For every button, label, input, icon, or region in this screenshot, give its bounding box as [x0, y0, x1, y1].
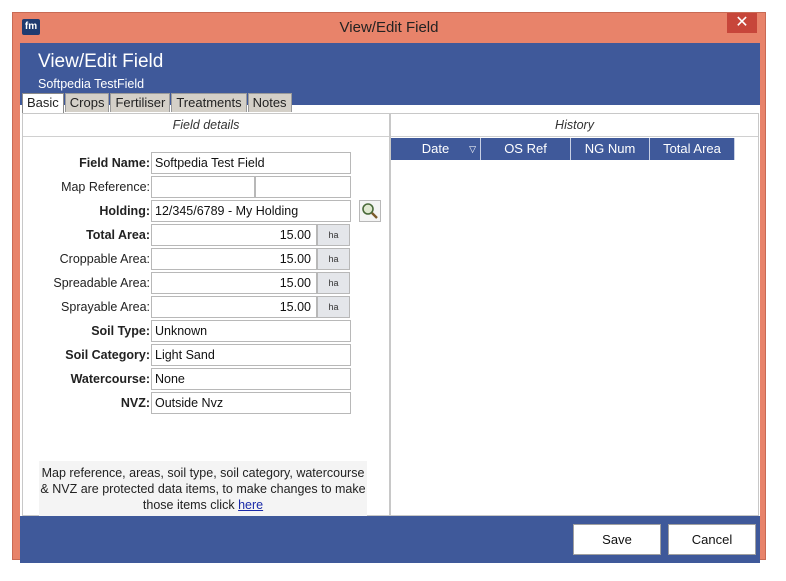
sort-filter-icon[interactable]: ▽	[469, 138, 476, 160]
soil-type-input[interactable]: Unknown	[151, 320, 351, 342]
watercourse-label: Watercourse:	[70, 372, 150, 386]
spreadable-area-label: Spreadable Area:	[53, 276, 150, 290]
history-panel: History Date ▽ OS Ref NG Num Total Area	[390, 113, 759, 516]
holding-input[interactable]: 12/345/6789 - My Holding	[151, 200, 351, 222]
tab-fertiliser[interactable]: Fertiliser	[110, 93, 171, 112]
save-button[interactable]: Save	[573, 524, 661, 555]
header-banner: View/Edit Field Softpedia TestField Basi…	[20, 43, 760, 113]
window-title: View/Edit Field	[339, 19, 439, 36]
total-area-label: Total Area:	[86, 228, 150, 242]
dialog-window: fm View/Edit Field ✕ View/Edit Field Sof…	[12, 12, 766, 563]
nvz-label: NVZ:	[120, 396, 150, 410]
spreadable-area-input[interactable]: 15.00	[151, 272, 317, 294]
tab-notes[interactable]: Notes	[247, 93, 292, 112]
nvz-input[interactable]: Outside Nvz	[151, 392, 351, 414]
tab-treatments[interactable]: Treatments	[171, 93, 247, 112]
holding-label: Holding:	[99, 204, 150, 218]
title-bar[interactable]: fm View/Edit Field ✕	[13, 13, 765, 41]
field-name-input[interactable]: Softpedia Test Field	[151, 152, 351, 174]
tab-strip: Basic Crops Fertiliser Treatments Notes	[22, 93, 293, 113]
map-reference-input-1[interactable]	[151, 176, 255, 198]
cancel-button[interactable]: Cancel	[668, 524, 756, 555]
sprayable-area-input[interactable]: 15.00	[151, 296, 317, 318]
holding-search-button[interactable]	[359, 200, 381, 222]
history-heading: History	[391, 114, 758, 137]
soil-category-input[interactable]: Light Sand	[151, 344, 351, 366]
sprayable-area-unit: ha	[317, 296, 350, 318]
croppable-area-unit: ha	[317, 248, 350, 270]
column-header-os-ref[interactable]: OS Ref	[481, 138, 571, 160]
croppable-area-input[interactable]: 15.00	[151, 248, 317, 270]
field-name-label: Field Name:	[79, 156, 150, 170]
tab-basic[interactable]: Basic	[22, 93, 64, 113]
column-header-date-label: Date	[421, 141, 450, 156]
watercourse-input[interactable]: None	[151, 368, 351, 390]
dialog-client: View/Edit Field Softpedia TestField Basi…	[20, 43, 760, 563]
sprayable-area-label: Sprayable Area:	[61, 300, 150, 314]
magnifier-icon	[362, 203, 378, 219]
soil-category-label: Soil Category:	[65, 348, 150, 362]
map-reference-input-2[interactable]	[255, 176, 351, 198]
page-title: View/Edit Field	[38, 51, 164, 72]
footer-bar: Save Cancel	[20, 516, 760, 563]
column-header-ng-num[interactable]: NG Num	[571, 138, 650, 160]
protected-items-link[interactable]: here	[238, 498, 263, 512]
close-button[interactable]: ✕	[727, 13, 757, 33]
spreadable-area-unit: ha	[317, 272, 350, 294]
field-details-heading: Field details	[23, 114, 389, 137]
history-table-header: Date ▽ OS Ref NG Num Total Area	[391, 138, 735, 160]
protected-items-note-text: Map reference, areas, soil type, soil ca…	[40, 466, 366, 512]
croppable-area-label: Croppable Area:	[59, 252, 150, 266]
total-area-unit: ha	[317, 224, 350, 246]
tab-crops[interactable]: Crops	[64, 93, 110, 112]
column-header-date[interactable]: Date ▽	[391, 138, 481, 160]
page-subtitle: Softpedia TestField	[38, 77, 145, 91]
field-details-panel: Field details Field Name: Softpedia Test…	[22, 113, 390, 525]
soil-type-label: Soil Type:	[91, 324, 150, 338]
total-area-input[interactable]: 15.00	[151, 224, 317, 246]
map-reference-label: Map Reference:	[61, 180, 150, 194]
column-header-total-area[interactable]: Total Area	[650, 138, 735, 160]
